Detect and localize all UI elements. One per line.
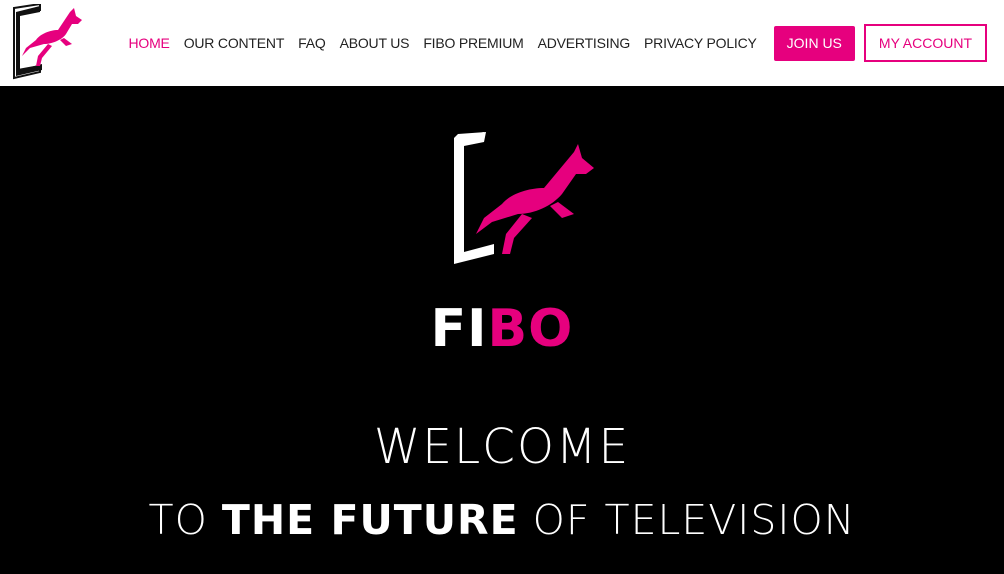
tagline-suffix: OF TELEVISION [518,496,856,544]
brand-part-bo: BO [487,299,574,359]
brand-wordmark: FIBO [0,299,1004,359]
my-account-button[interactable]: MY ACCOUNT [863,24,987,62]
brand-part-fi: FI [430,299,488,359]
join-us-button[interactable]: JOIN US [773,25,855,61]
site-header: HOME OUR CONTENT FAQ ABOUT US FIBO PREMI… [0,0,1004,86]
nav-privacy-policy[interactable]: PRIVACY POLICY [644,35,757,51]
tagline: TO THE FUTURE OF TELEVISION [0,490,1004,550]
tagline-emphasis: THE FUTURE [221,496,519,544]
nav-home[interactable]: HOME [129,35,170,51]
nav-advertising[interactable]: ADVERTISING [538,35,631,51]
welcome-heading: WELCOME [373,419,631,475]
nav-our-content[interactable]: OUR CONTENT [184,35,285,51]
main-nav: HOME OUR CONTENT FAQ ABOUT US FIBO PREMI… [129,0,1004,86]
nav-faq[interactable]: FAQ [298,35,326,51]
nav-fibo-premium[interactable]: FIBO PREMIUM [423,35,523,51]
tagline-prefix: TO [148,496,222,544]
kangaroo-tv-logo-icon [446,132,596,282]
nav-about-us[interactable]: ABOUT US [340,35,410,51]
hero-section: FIBO WELCOME TO THE FUTURE OF TELEVISION [0,86,1004,574]
kangaroo-logo-icon[interactable] [8,2,88,82]
